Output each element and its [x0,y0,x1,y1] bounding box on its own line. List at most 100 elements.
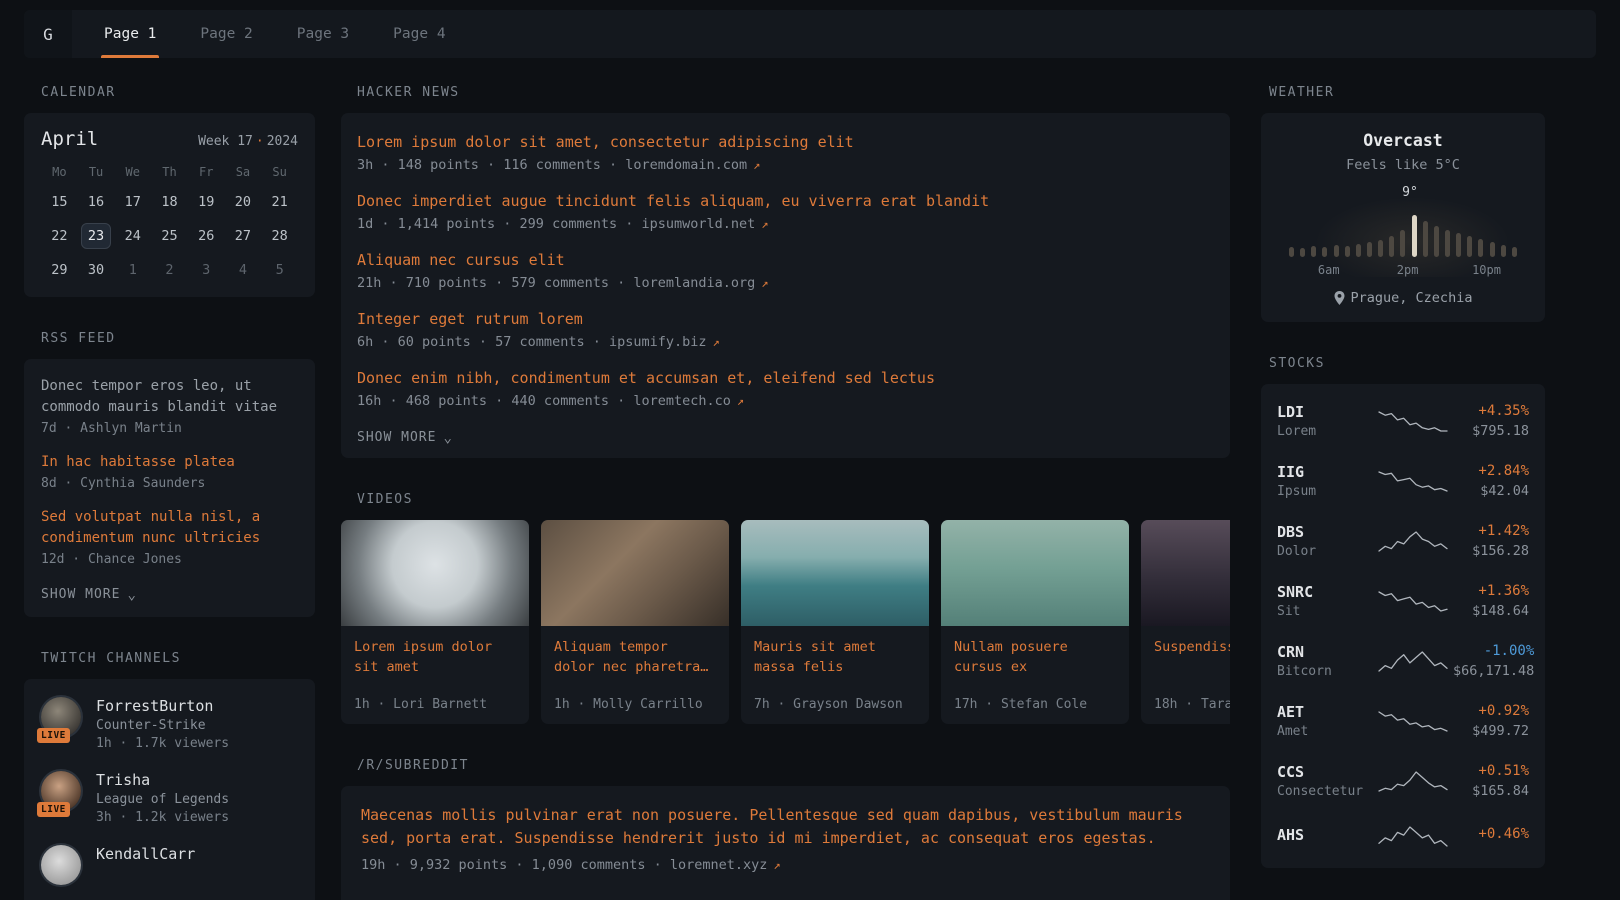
weather-widget: WEATHER Overcast Feels like 5°C 9° 6am 2… [1261,85,1545,322]
calendar-day: 28 [261,223,298,249]
calendar-day-next-month: 3 [188,257,225,283]
stock-identity: SNRC Sit [1277,583,1373,619]
video-title-link[interactable]: Mauris sit amet massa felis [754,637,916,677]
tab-page-1[interactable]: Page 1 [82,10,178,58]
video-thumbnail [341,520,529,626]
video-title-link[interactable]: Suspendisse diam [1154,637,1230,657]
stock-identity: AHS [1277,826,1373,847]
calendar-dow: Fr [188,165,225,181]
calendar-day: 26 [188,223,225,249]
video-card[interactable]: Mauris sit amet massa felis 7h · Grayson… [741,520,929,724]
news-meta-text: 1d · 1,414 points · 299 comments · ipsum… [357,216,755,232]
twitch-channel-info: Trisha League of Legends 3h · 1.2k viewe… [96,771,229,825]
calendar-day: 17 [114,189,151,215]
stocks-card: LDI Lorem +4.35% $795.18 IIG Ipsum [1261,384,1545,868]
rss-item-title-link[interactable]: In hac habitasse platea [41,452,298,473]
news-title-link[interactable]: Donec enim nibh, condimentum et accumsan… [357,367,1214,389]
weather-bar [1311,246,1316,257]
stock-change: +0.92% [1453,703,1529,719]
twitch-channel-row[interactable]: LIVE ForrestBurton Counter-Strike 1h · 1… [41,697,298,751]
weather-bar [1334,245,1339,257]
stock-row[interactable]: CRN Bitcorn -1.00% $66,171.48 [1277,631,1529,691]
video-card[interactable]: Suspendisse diam 18h · Tara [1141,520,1230,724]
stock-sparkline [1373,648,1453,674]
page-tabs: Page 1 Page 2 Page 3 Page 4 [82,10,468,58]
calendar-day: 27 [225,223,262,249]
stock-identity: DBS Dolor [1277,523,1373,559]
news-item: Donec imperdiet augue tincidunt felis al… [357,190,1214,232]
video-thumbnail [941,520,1129,626]
stock-change: -1.00% [1453,643,1534,659]
news-meta: 16h · 468 points · 440 comments · loremt… [357,393,1214,409]
tab-page-4[interactable]: Page 4 [371,10,467,58]
location-pin-icon [1334,291,1345,305]
app-logo[interactable]: G [24,10,72,58]
rss-item: In hac habitasse platea 8d · Cynthia Sau… [41,452,298,491]
video-title-link[interactable]: Nullam posuere cursus ex [954,637,1116,677]
weather-bar [1289,247,1294,257]
news-title-link[interactable]: Aliquam nec cursus elit [357,249,1214,271]
calendar-day: 24 [114,223,151,249]
calendar-week: Week 17 [198,134,253,149]
live-badge: LIVE [37,802,70,817]
calendar-dow: Sa [225,165,262,181]
stock-row[interactable]: CCS Consectetur +0.51% $165.84 [1277,751,1529,811]
avatar: LIVE [41,771,81,811]
tab-page-3[interactable]: Page 3 [275,10,371,58]
video-title-link[interactable]: Lorem ipsum dolor sit amet consectetu… [354,637,516,677]
twitch-channel-info: KendallCarr [96,845,195,863]
news-meta: 3h · 148 points · 116 comments · loremdo… [357,157,1214,173]
rss-item-title-link[interactable]: Sed volutpat nulla nisl, a condimentum n… [41,507,298,549]
video-card[interactable]: Lorem ipsum dolor sit amet consectetu… 1… [341,520,529,724]
twitch-channel-name: Trisha [96,771,229,789]
twitch-channel-info: ForrestBurton Counter-Strike 1h · 1.7k v… [96,697,229,751]
calendar-card: April Week 17·2024 Mo Tu We Th Fr Sa Su … [24,113,315,297]
stock-change: +2.84% [1453,463,1529,479]
video-card-body: Aliquam tempor dolor nec pharetra… 1h · … [541,626,729,724]
news-item: Aliquam nec cursus elit 21h · 710 points… [357,249,1214,291]
twitch-channel-game: Counter-Strike [96,718,229,733]
stock-name: Amet [1277,724,1373,739]
stock-row[interactable]: SNRC Sit +1.36% $148.64 [1277,571,1529,631]
subreddit-post-title-link[interactable]: Maecenas mollis pulvinar erat non posuer… [361,804,1210,850]
weather-feels-like: Feels like 5°C [1277,157,1529,173]
news-title-link[interactable]: Integer eget rutrum lorem [357,308,1214,330]
external-link-icon: ↗ [761,217,768,231]
stock-row[interactable]: LDI Lorem +4.35% $795.18 [1277,391,1529,451]
rss-show-more-button[interactable]: SHOW MORE ⌄ [41,587,137,602]
calendar-day-next-month: 2 [151,257,188,283]
calendar-day: 25 [151,223,188,249]
stock-symbol: IIG [1277,463,1373,481]
news-meta: 6h · 60 points · 57 comments · ipsumify.… [357,334,1214,350]
weather-bar [1490,242,1495,257]
stock-name: Bitcorn [1277,664,1373,679]
twitch-channel-row[interactable]: LIVE Trisha League of Legends 3h · 1.2k … [41,771,298,825]
stock-change: +0.51% [1453,763,1529,779]
news-title-link[interactable]: Lorem ipsum dolor sit amet, consectetur … [357,131,1214,153]
weather-bar [1400,230,1405,257]
stock-values: +4.35% $795.18 [1453,403,1529,439]
hn-show-more-button[interactable]: SHOW MORE ⌄ [357,430,453,445]
stock-row[interactable]: IIG Ipsum +2.84% $42.04 [1277,451,1529,511]
video-card[interactable]: Aliquam tempor dolor nec pharetra… 1h · … [541,520,729,724]
weather-bar [1423,221,1428,257]
top-bar: G Page 1 Page 2 Page 3 Page 4 [24,10,1596,58]
news-title-link[interactable]: Donec imperdiet augue tincidunt felis al… [357,190,1214,212]
videos-widget: VIDEOS Lorem ipsum dolor sit amet consec… [341,492,1230,724]
stock-row[interactable]: DBS Dolor +1.42% $156.28 [1277,511,1529,571]
video-title-link[interactable]: Aliquam tempor dolor nec pharetra… [554,637,716,677]
stock-values: -1.00% $66,171.48 [1453,643,1534,679]
video-card-body: Lorem ipsum dolor sit amet consectetu… 1… [341,626,529,724]
video-card[interactable]: Nullam posuere cursus ex 17h · Stefan Co… [941,520,1129,724]
stock-values: +0.51% $165.84 [1453,763,1529,799]
tab-page-2[interactable]: Page 2 [178,10,274,58]
calendar-day-next-month: 4 [225,257,262,283]
stock-change: +4.35% [1453,403,1529,419]
rss-item-title-link[interactable]: Donec tempor eros leo, ut commodo mauris… [41,376,298,418]
stock-row[interactable]: AET Amet +0.92% $499.72 [1277,691,1529,751]
stock-row[interactable]: AHS +0.46% [1277,811,1529,861]
stock-price: $499.72 [1453,723,1529,739]
calendar-header: April Week 17·2024 [41,128,298,150]
avatar [41,845,81,885]
twitch-channel-row[interactable]: KendallCarr [41,845,298,885]
